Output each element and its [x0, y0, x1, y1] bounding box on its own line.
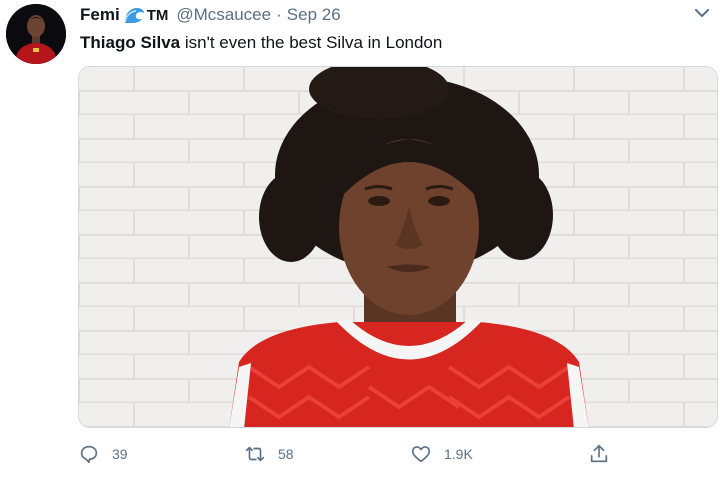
retweet-button[interactable]: 58	[244, 438, 294, 470]
avatar-image	[6, 4, 66, 64]
trademark-badge: TM	[146, 6, 169, 24]
more-options-button[interactable]	[690, 4, 714, 22]
profile-avatar[interactable]	[6, 4, 66, 64]
reply-icon	[78, 443, 100, 465]
tweet-date[interactable]: Sep 26	[287, 5, 341, 25]
like-count: 1.9K	[444, 446, 473, 462]
tweet-media-photo[interactable]	[78, 66, 718, 428]
heart-icon	[410, 443, 432, 465]
reply-count: 39	[112, 446, 128, 462]
share-icon	[588, 443, 610, 465]
reply-button[interactable]: 39	[78, 438, 128, 470]
media-image	[79, 67, 717, 427]
tweet-header: Femi TM @Mcsaucee · Sep 26	[80, 4, 341, 26]
user-handle[interactable]: @Mcsaucee	[176, 5, 271, 25]
share-button[interactable]	[588, 438, 610, 470]
like-button[interactable]: 1.9K	[410, 438, 473, 470]
tweet-actions: 39 58 1.9K	[78, 438, 698, 470]
separator-dot: ·	[276, 5, 282, 24]
tweet-text: Thiago Silva isn't even the best Silva i…	[80, 32, 442, 54]
tweet-text-bold: Thiago Silva	[80, 33, 181, 52]
wave-emoji-icon	[123, 6, 145, 24]
tweet-text-rest: isn't even the best Silva in London	[180, 33, 443, 52]
retweet-count: 58	[278, 446, 294, 462]
chevron-down-icon	[695, 9, 709, 17]
retweet-icon	[244, 443, 266, 465]
display-name[interactable]: Femi	[80, 5, 120, 25]
